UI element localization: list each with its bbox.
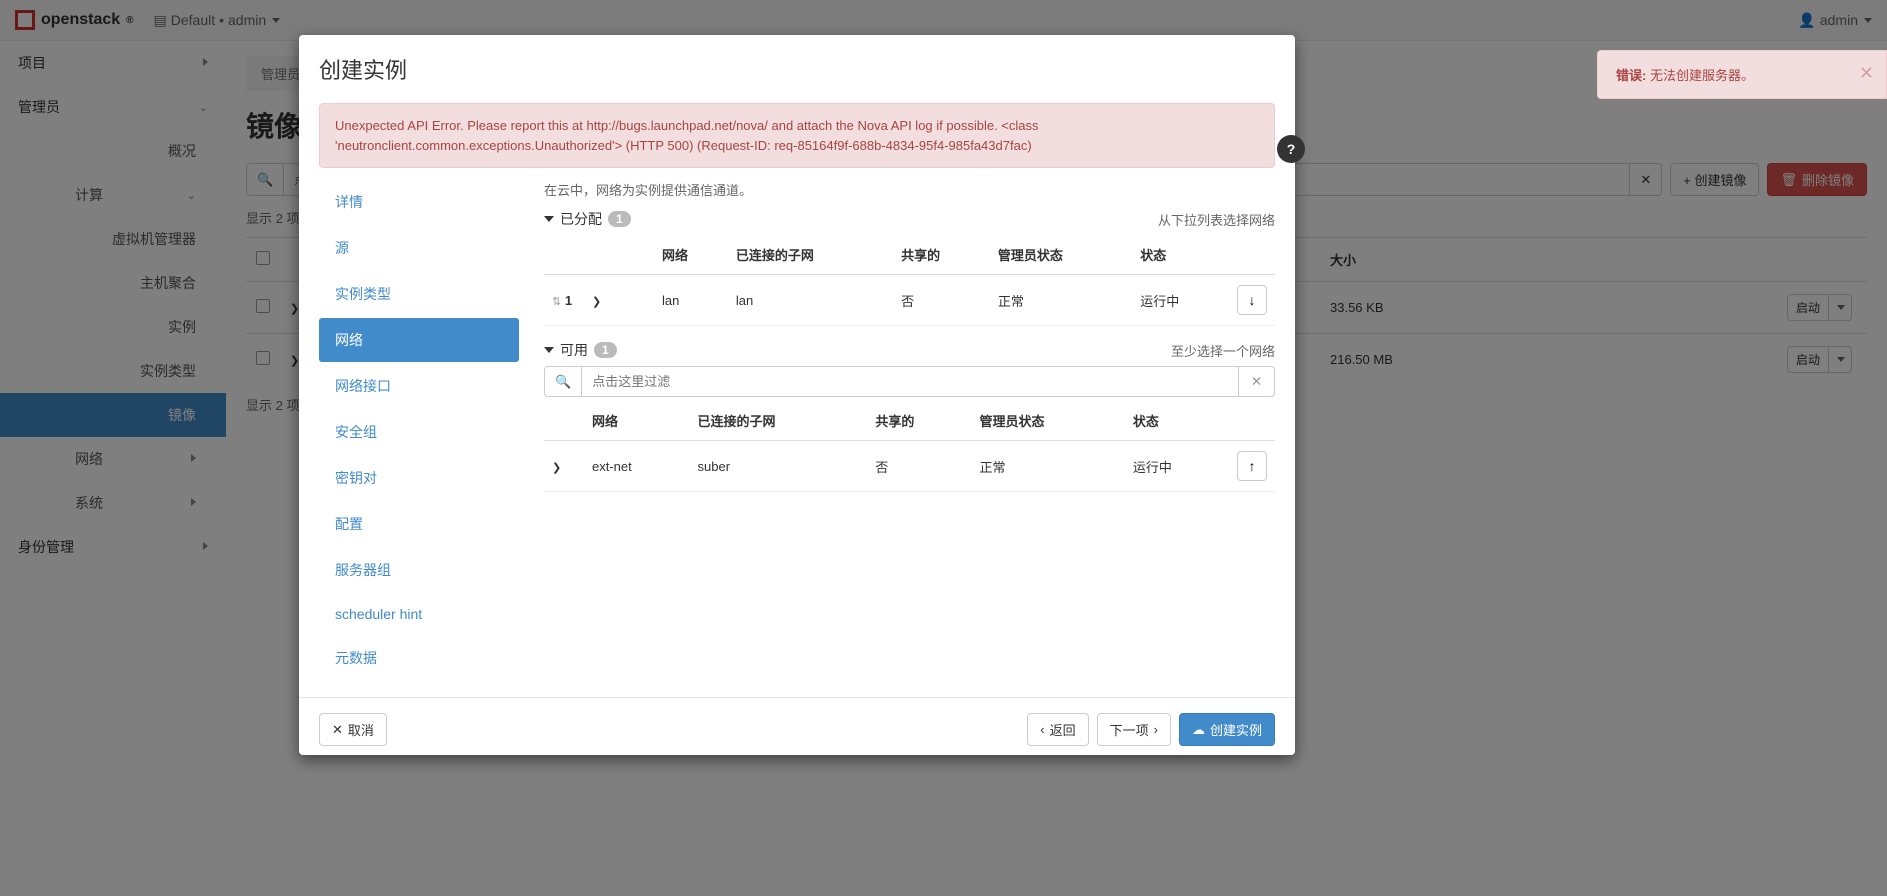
step-config[interactable]: 配置 (319, 502, 519, 546)
chevron-right-icon: › (1154, 722, 1158, 737)
filter-input[interactable] (582, 366, 1239, 397)
allocated-badge: 1 (608, 211, 631, 227)
allocated-table: 网络 已连接的子网 共享的 管理员状态 状态 ⇅ 1 ❯ lan lan 否 正… (544, 235, 1275, 326)
allocated-hint: 从下拉列表选择网络 (1158, 210, 1275, 229)
toast-msg: 无法创建服务器。 (1650, 68, 1754, 83)
allocated-header: 已分配 1 从下拉列表选择网络 (544, 209, 1275, 229)
error-toast: 错误: 无法创建服务器。 ✕ (1597, 50, 1887, 99)
available-header: 可用 1 至少选择一个网络 (544, 340, 1275, 360)
filter-clear-button[interactable]: ✕ (1239, 366, 1275, 397)
available-table: 网络 已连接的子网 共享的 管理员状态 状态 ❯ ext-net suber 否… (544, 401, 1275, 492)
available-row: ❯ ext-net suber 否 正常 运行中 ↑ (544, 441, 1275, 492)
wizard-nav: 详情 源 实例类型 网络 网络接口 安全组 密钥对 配置 服务器组 schedu… (319, 180, 519, 682)
modal-footer: ✕ 取消 ‹ 返回 下一项 › ☁ 创建实例 (299, 697, 1295, 761)
chevron-left-icon: ‹ (1040, 722, 1044, 737)
drag-handle-icon[interactable]: ⇅ (552, 296, 561, 308)
deallocate-button[interactable]: ↓ (1237, 285, 1267, 315)
close-icon: ✕ (1251, 374, 1262, 389)
help-icon[interactable]: ? (1277, 135, 1305, 163)
allocate-button[interactable]: ↑ (1237, 451, 1267, 481)
step-servergroup[interactable]: 服务器组 (319, 548, 519, 592)
available-toggle[interactable]: 可用 1 (544, 340, 617, 360)
allocated-toggle[interactable]: 已分配 1 (544, 209, 631, 229)
step-networks[interactable]: 网络 (319, 318, 519, 362)
search-icon: 🔍 (555, 374, 571, 390)
cancel-button[interactable]: ✕ 取消 (319, 713, 387, 746)
available-hint: 至少选择一个网络 (1171, 341, 1275, 360)
chevron-down-icon (544, 347, 554, 353)
toast-prefix: 错误: (1616, 68, 1646, 83)
expand-icon[interactable]: ❯ (592, 296, 601, 308)
wizard: 详情 源 实例类型 网络 网络接口 安全组 密钥对 配置 服务器组 schedu… (319, 180, 1275, 682)
create-instance-modal: ? 创建实例 Unexpected API Error. Please repo… (299, 35, 1295, 755)
step-ports[interactable]: 网络接口 (319, 364, 519, 408)
filter-group: 🔍 ✕ (544, 366, 1275, 397)
toast-close[interactable]: ✕ (1859, 63, 1874, 84)
wizard-desc: 在云中，网络为实例提供通信通道。 (544, 180, 1275, 199)
filter-search-button[interactable]: 🔍 (544, 366, 582, 397)
expand-icon[interactable]: ❯ (552, 462, 561, 474)
close-icon: ✕ (332, 722, 343, 738)
allocated-row: ⇅ 1 ❯ lan lan 否 正常 运行中 ↓ (544, 275, 1275, 326)
arrow-up-icon: ↑ (1249, 458, 1256, 474)
step-source[interactable]: 源 (319, 226, 519, 270)
chevron-down-icon (544, 216, 554, 222)
step-details[interactable]: 详情 (319, 180, 519, 224)
step-flavor[interactable]: 实例类型 (319, 272, 519, 316)
modal-title: 创建实例 (299, 35, 1295, 103)
modal-error-alert: Unexpected API Error. Please report this… (319, 103, 1275, 168)
step-scheduler[interactable]: scheduler hint (319, 594, 519, 634)
step-keypair[interactable]: 密钥对 (319, 456, 519, 500)
available-badge: 1 (594, 342, 617, 358)
next-button[interactable]: 下一项 › (1097, 713, 1171, 746)
step-secgroups[interactable]: 安全组 (319, 410, 519, 454)
create-instance-button[interactable]: ☁ 创建实例 (1179, 713, 1275, 746)
step-metadata[interactable]: 元数据 (319, 636, 519, 680)
cloud-upload-icon: ☁ (1192, 722, 1205, 738)
wizard-content: 在云中，网络为实例提供通信通道。 已分配 1 从下拉列表选择网络 网络 已连接的… (544, 180, 1275, 682)
arrow-down-icon: ↓ (1249, 292, 1256, 308)
back-button[interactable]: ‹ 返回 (1027, 713, 1088, 746)
